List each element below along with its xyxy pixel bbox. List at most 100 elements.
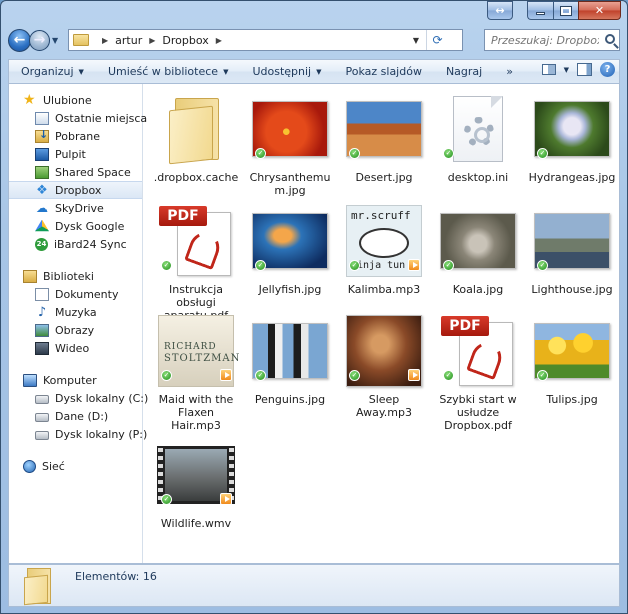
nav-group-libraries[interactable]: Biblioteki (9, 267, 142, 285)
file-item-sleep-away[interactable]: ✓ Sleep Away.mp3 (340, 312, 428, 419)
nav-item-shared-space[interactable]: Shared Space (9, 163, 142, 181)
file-item-koala[interactable]: ✓ Koala.jpg (434, 202, 522, 296)
synced-check-icon: ✓ (349, 260, 360, 271)
nav-item-label: Pobrane (55, 129, 100, 143)
file-item-hydrangeas[interactable]: ✓ Hydrangeas.jpg (528, 90, 616, 184)
hard-drive-icon (35, 431, 49, 440)
slideshow-button[interactable]: Pokaz slajdów (334, 65, 434, 78)
file-item-desktop-ini[interactable]: ✓ desktop.ini (434, 90, 522, 184)
synced-check-icon: ✓ (161, 260, 172, 271)
image-thumbnail: ✓ (439, 202, 517, 280)
nav-item-skydrive[interactable]: ☁ SkyDrive (9, 199, 142, 217)
nav-item-pictures[interactable]: Obrazy (9, 321, 142, 339)
maximize-button[interactable] (553, 1, 578, 20)
more-commands-button[interactable]: » (494, 65, 525, 78)
nav-item-drive-d[interactable]: Dane (D:) (9, 407, 142, 425)
file-item-szybki-start-pdf[interactable]: PDF ✓ Szybki start w usłudze Dropbox.pdf (434, 312, 522, 432)
file-item-instrukcja-pdf[interactable]: PDF ✓ Instrukcja obsługi aparatu.pdf (152, 202, 240, 322)
cover-text: STOLTZMAN (164, 353, 241, 364)
file-item-jellyfish[interactable]: ✓ Jellyfish.jpg (246, 202, 334, 296)
audio-thumbnail: ✓ (345, 312, 423, 390)
share-menu[interactable]: Udostępnij ▼ (240, 65, 333, 78)
nav-item-downloads[interactable]: Pobrane (9, 127, 142, 145)
chevron-right-icon[interactable]: ▶ (149, 36, 155, 45)
help-icon[interactable]: ? (600, 62, 615, 77)
caret-down-icon: ▼ (223, 67, 229, 76)
file-name: Szybki start w usłudze Dropbox.pdf (439, 393, 517, 432)
libraries-icon (23, 269, 37, 283)
file-item-lighthouse[interactable]: ✓ Lighthouse.jpg (528, 202, 616, 296)
file-item-chrysanthemum[interactable]: ✓ Chrysanthemum.jpg (246, 90, 334, 197)
file-item-penguins[interactable]: ✓ Penguins.jpg (246, 312, 334, 406)
network-globe-icon (23, 459, 36, 473)
nav-item-videos[interactable]: Wideo (9, 339, 142, 357)
file-item-maid-flaxen-hair[interactable]: RICHARD STOLTZMAN ✓ Maid with the Flaxen… (152, 312, 240, 432)
search-box[interactable] (484, 29, 620, 51)
nav-item-ibard24-sync[interactable]: 24 iBard24 Sync (9, 235, 142, 253)
file-name: Hydrangeas.jpg (528, 171, 616, 184)
organize-menu[interactable]: Organizuj ▼ (9, 65, 96, 78)
chevron-right-icon[interactable]: ▶ (216, 36, 222, 45)
view-dropdown-icon[interactable]: ▼ (564, 66, 569, 74)
nav-item-google-drive[interactable]: Dysk Google (9, 217, 142, 235)
nav-group-label: Sieć (42, 459, 65, 473)
synced-check-icon: ✓ (537, 148, 548, 159)
share-label: Udostępnij (252, 65, 312, 78)
search-input[interactable] (491, 33, 599, 47)
minimize-button[interactable] (527, 1, 553, 20)
dropbox-icon: ❖ (36, 182, 48, 198)
burn-button[interactable]: Nagraj (434, 65, 494, 78)
back-button[interactable]: ← (8, 28, 31, 52)
pdf-thumbnail: PDF ✓ (439, 312, 517, 390)
include-in-library-menu[interactable]: Umieść w bibliotece ▼ (96, 65, 241, 78)
file-item-wildlife[interactable]: ✓ Wildlife.wmv (152, 436, 240, 530)
preview-pane-icon[interactable] (577, 63, 592, 76)
recent-pages-dropdown[interactable]: ▼ (52, 36, 62, 45)
search-icon[interactable] (605, 34, 615, 44)
nav-item-music[interactable]: ♪ Muzyka (9, 303, 142, 321)
nav-item-drive-c[interactable]: Dysk lokalny (C:) (9, 389, 148, 407)
gear-icon (464, 117, 494, 147)
play-icon (408, 259, 420, 271)
file-item-tulips[interactable]: ✓ Tulips.jpg (528, 312, 616, 406)
breadcrumb-artur[interactable]: artur (115, 34, 142, 47)
ini-thumbnail: ✓ (439, 90, 517, 168)
downloads-icon (35, 128, 49, 143)
music-note-icon: ♪ (37, 304, 47, 320)
item-count: Elementów: 16 (75, 570, 157, 583)
change-view-icon[interactable] (541, 64, 556, 75)
file-item-dropbox-cache[interactable]: .dropbox.cache (152, 90, 240, 184)
chevron-right-icon[interactable]: ▶ (102, 36, 108, 45)
synced-check-icon: ✓ (443, 148, 454, 159)
file-item-desert[interactable]: ✓ Desert.jpg (340, 90, 428, 184)
forward-button[interactable]: → (29, 29, 50, 51)
snap-button[interactable]: ↔ (487, 1, 513, 20)
nav-item-label: Ostatnie miejsca (55, 111, 148, 125)
nav-item-dropbox[interactable]: ❖ Dropbox (9, 181, 142, 199)
synced-check-icon: ✓ (537, 370, 548, 381)
nav-group-network[interactable]: Sieć (9, 457, 142, 475)
nav-group-favorites[interactable]: ★ Ulubione (9, 91, 142, 109)
file-item-kalimba[interactable]: mr.scruff ninja tun ✓ Kalimba.mp3 (340, 202, 428, 296)
nav-group-label: Komputer (43, 373, 97, 387)
nav-group-computer[interactable]: Komputer (9, 371, 142, 389)
command-bar: Organizuj ▼ Umieść w bibliotece ▼ Udostępn… (8, 59, 620, 83)
close-button[interactable]: ✕ (578, 1, 621, 20)
minimize-icon (536, 12, 545, 15)
address-dropdown-icon[interactable]: ▼ (407, 30, 425, 50)
nav-item-label: Dysk Google (55, 219, 125, 233)
nav-item-label: Dokumenty (55, 287, 119, 301)
breadcrumb-dropbox[interactable]: Dropbox (162, 34, 208, 47)
nav-item-desktop[interactable]: Pulpit (9, 145, 142, 163)
address-bar[interactable]: ▶ artur ▶ Dropbox ▶ ▼ ⟳ (68, 29, 463, 51)
nav-item-recent-places[interactable]: Ostatnie miejsca (9, 109, 147, 127)
play-icon (220, 369, 232, 381)
navigation-pane: ★ Ulubione Ostatnie miejsca Pobrane Pulpi… (9, 84, 148, 563)
file-name: .dropbox.cache (153, 171, 239, 184)
nav-item-documents[interactable]: Dokumenty (9, 285, 142, 303)
nav-group-label: Ulubione (43, 93, 92, 107)
refresh-icon[interactable]: ⟳ (426, 30, 448, 50)
nav-item-label: Dane (D:) (55, 409, 109, 423)
nav-item-drive-p[interactable]: Dysk lokalny (P:) (9, 425, 147, 443)
